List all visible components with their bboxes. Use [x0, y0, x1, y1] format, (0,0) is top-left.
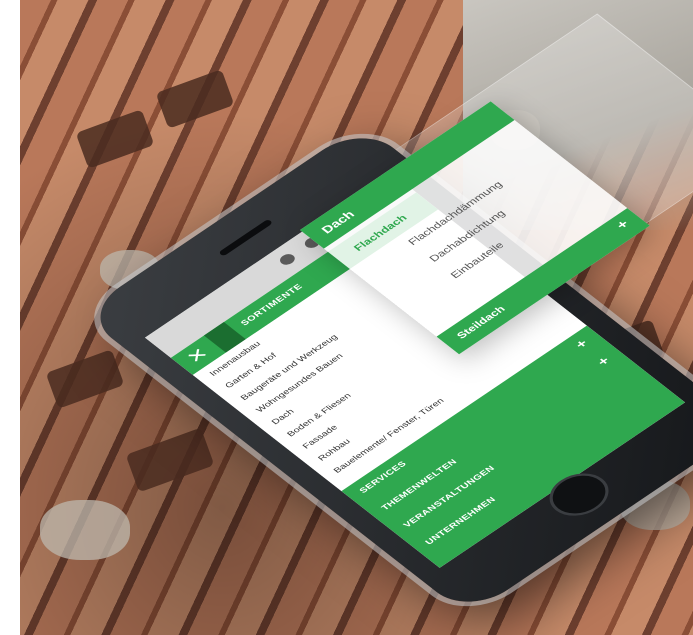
list-item[interactable]: Dach: [270, 408, 296, 427]
phone-group: ✕ SORTIMENTE Innenausbau Garten & Hof Ba…: [0, 0, 693, 635]
photo-scene: ✕ SORTIMENTE Innenausbau Garten & Hof Ba…: [0, 0, 693, 635]
expand-plus-icon[interactable]: +: [573, 337, 592, 351]
expand-plus-icon[interactable]: +: [595, 355, 614, 369]
search-icon[interactable]: [277, 251, 298, 267]
submenu-title[interactable]: Dach: [318, 208, 357, 235]
menu-row-veranstaltungen[interactable]: VERANSTALTUNGEN: [402, 464, 497, 529]
expand-plus-icon[interactable]: +: [614, 218, 634, 233]
